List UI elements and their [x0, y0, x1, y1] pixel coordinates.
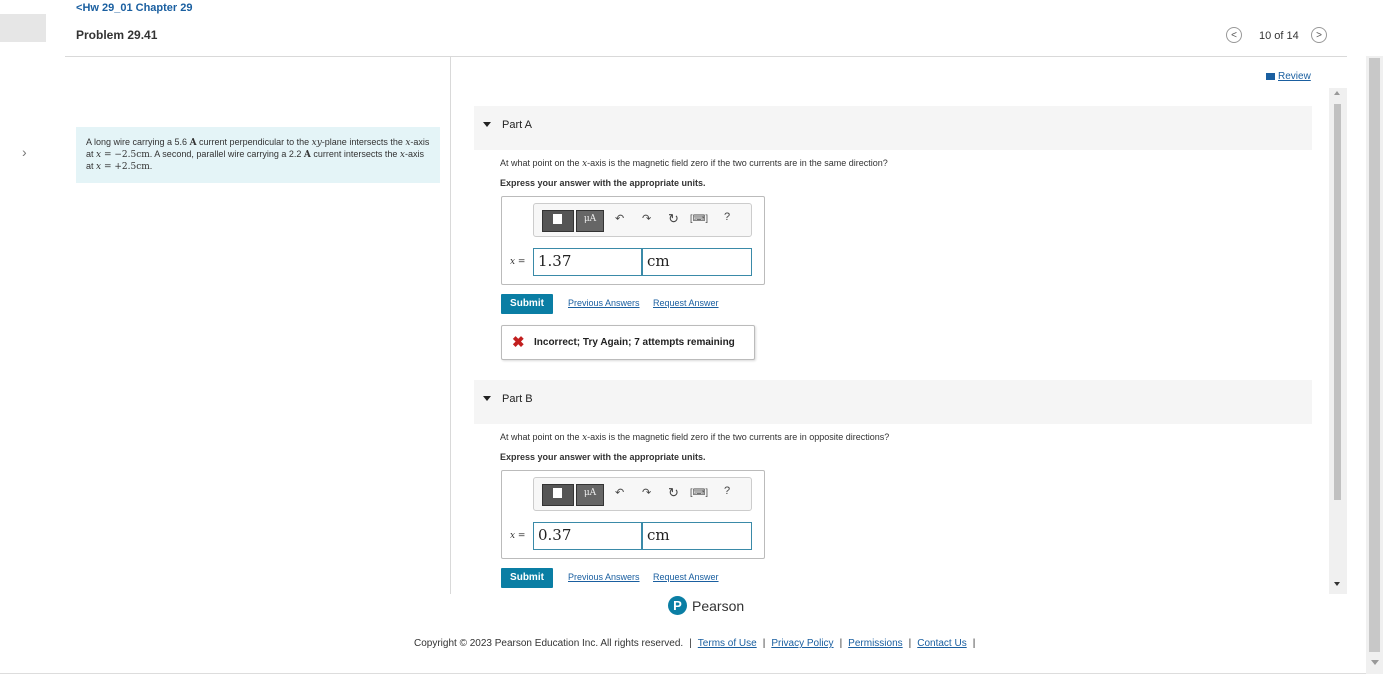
problem-text: . A second, parallel wire carrying a 2.2: [149, 149, 304, 159]
part-a-label: Part A: [502, 119, 532, 131]
review-link[interactable]: Review: [1266, 71, 1311, 82]
part-a-answer-box: μA ↶ ↷ ↻ [⌨] ? x = 1.37 cm: [501, 196, 765, 285]
page-title: Problem 29.41: [76, 28, 158, 42]
copyright-text: Copyright © 2023 Pearson Education Inc. …: [414, 638, 684, 649]
reset-icon[interactable]: ↻: [668, 211, 679, 227]
units-button[interactable]: μA: [576, 210, 604, 232]
problem-statement: A long wire carrying a 5.6 A current per…: [76, 127, 440, 183]
collapse-triangle-icon[interactable]: [483, 122, 491, 127]
problem-counter: 10 of 14: [1259, 30, 1299, 42]
previous-answers-link[interactable]: Previous Answers: [568, 298, 640, 308]
problem-text: .: [149, 161, 153, 171]
problem-text: -plane intersects the: [321, 137, 406, 147]
variable-label: x =: [510, 531, 526, 541]
part-b-header[interactable]: Part B: [474, 380, 1312, 424]
problem-text: current perpendicular to the: [196, 137, 312, 147]
request-answer-link[interactable]: Request Answer: [653, 298, 719, 308]
math-toolbar: μA ↶ ↷ ↻ [⌨] ?: [533, 477, 752, 511]
pearson-wordmark: Pearson: [692, 597, 745, 614]
part-b-question: At what point on the x-axis is the magne…: [500, 432, 889, 443]
scroll-thumb[interactable]: [1334, 104, 1341, 500]
expand-sidebar-icon[interactable]: ›: [22, 144, 27, 160]
keyboard-icon[interactable]: [⌨]: [690, 487, 708, 498]
value-input[interactable]: 0.37: [533, 522, 642, 550]
templates-icon[interactable]: [542, 210, 574, 232]
request-answer-link[interactable]: Request Answer: [653, 572, 719, 582]
help-icon[interactable]: ?: [724, 485, 730, 497]
unit-input[interactable]: cm: [642, 522, 752, 550]
reset-icon[interactable]: ↻: [668, 485, 679, 501]
part-b-label: Part B: [502, 393, 533, 405]
scroll-down-icon[interactable]: [1371, 660, 1379, 665]
math-value: = +2.5cm: [101, 162, 150, 172]
privacy-link[interactable]: Privacy Policy: [771, 638, 833, 649]
math-text: xy: [311, 138, 322, 148]
header-divider: [65, 56, 1347, 57]
part-b-express: Express your answer with the appropriate…: [500, 452, 706, 462]
footer: Copyright © 2023 Pearson Education Inc. …: [414, 638, 976, 649]
part-a-question: At what point on the x-axis is the magne…: [500, 158, 888, 169]
permissions-link[interactable]: Permissions: [848, 638, 902, 649]
math-toolbar: μA ↶ ↷ ↻ [⌨] ?: [533, 203, 752, 237]
feedback-message: ✖ Incorrect; Try Again; 7 attempts remai…: [501, 325, 755, 360]
unit-text: A: [189, 138, 197, 148]
unit-input[interactable]: cm: [642, 248, 752, 276]
redo-icon[interactable]: ↷: [642, 486, 651, 499]
previous-answers-link[interactable]: Previous Answers: [568, 572, 640, 582]
chevron-left-icon[interactable]: <: [1226, 27, 1242, 43]
bottom-bar: [0, 673, 1366, 695]
terms-link[interactable]: Terms of Use: [698, 638, 757, 649]
problem-text: current intersects the: [310, 149, 400, 159]
contact-link[interactable]: Contact Us: [917, 638, 966, 649]
book-icon: [1266, 72, 1275, 80]
redo-icon[interactable]: ↷: [642, 212, 651, 225]
help-icon[interactable]: ?: [724, 211, 730, 223]
pearson-brand: P Pearson: [668, 596, 744, 615]
breadcrumb-label[interactable]: Hw 29_01 Chapter 29: [82, 2, 192, 14]
value-input[interactable]: 1.37: [533, 248, 642, 276]
collapse-triangle-icon[interactable]: [483, 396, 491, 401]
question-text: -axis is the magnetic field zero if the …: [587, 158, 888, 168]
chevron-right-icon[interactable]: >: [1311, 27, 1327, 43]
math-value: = −2.5cm: [101, 150, 150, 160]
content-scrollbar[interactable]: [1329, 88, 1347, 594]
templates-icon[interactable]: [542, 484, 574, 506]
question-text: At what point on the: [500, 432, 583, 442]
part-b-answer-box: μA ↶ ↷ ↻ [⌨] ? x = 0.37 cm: [501, 470, 765, 559]
breadcrumb[interactable]: <Hw 29_01 Chapter 29: [76, 2, 193, 14]
question-text: -axis is the magnetic field zero if the …: [587, 432, 890, 442]
pearson-logo: P: [668, 596, 687, 615]
scroll-down-icon[interactable]: [1334, 582, 1340, 586]
problem-text: A long wire carrying a 5.6: [86, 137, 190, 147]
keyboard-icon[interactable]: [⌨]: [690, 213, 708, 224]
page-scrollbar[interactable]: [1366, 56, 1383, 674]
part-a-express: Express your answer with the appropriate…: [500, 178, 706, 188]
question-text: At what point on the: [500, 158, 583, 168]
unit-text: A: [303, 150, 311, 160]
units-button[interactable]: μA: [576, 484, 604, 506]
scroll-up-icon[interactable]: [1334, 91, 1340, 95]
variable-label: x =: [510, 257, 526, 267]
submit-button[interactable]: Submit: [501, 294, 553, 314]
undo-icon[interactable]: ↶: [615, 486, 624, 499]
part-a-header[interactable]: Part A: [474, 106, 1312, 150]
x-mark-icon: ✖: [512, 334, 525, 351]
review-label[interactable]: Review: [1278, 71, 1311, 82]
scroll-thumb[interactable]: [1369, 58, 1380, 652]
feedback-text: Incorrect; Try Again; 7 attempts remaini…: [534, 337, 735, 348]
column-divider: [450, 56, 451, 594]
submit-button[interactable]: Submit: [501, 568, 553, 588]
undo-icon[interactable]: ↶: [615, 212, 624, 225]
left-panel-tab: [0, 14, 46, 42]
